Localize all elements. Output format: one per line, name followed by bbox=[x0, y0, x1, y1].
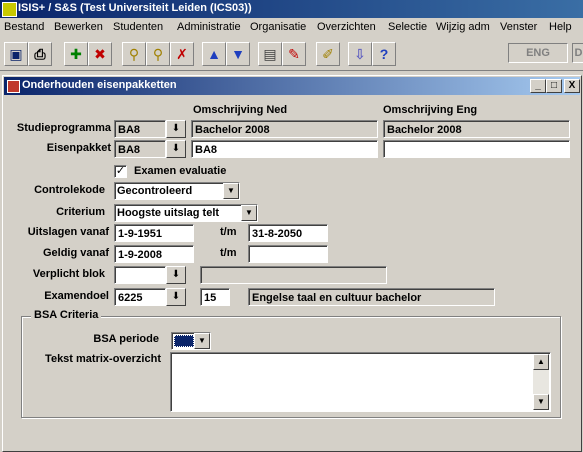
lov-icon[interactable]: ⚲ bbox=[122, 42, 146, 66]
examendoel-description: Engelse taal en cultuur bachelor bbox=[248, 288, 495, 306]
up-arrow-icon[interactable]: ▲ bbox=[202, 42, 226, 66]
examendoel-lov-button[interactable]: ⬇ bbox=[166, 288, 186, 306]
eisenpakket-ned-field[interactable]: BA8 bbox=[191, 140, 378, 158]
chevron-down-icon: ▼ bbox=[241, 205, 257, 221]
menu-administratie[interactable]: Administratie bbox=[177, 21, 241, 33]
criterium-select[interactable]: Hoogste uitslag telt ▼ bbox=[114, 204, 258, 222]
studieprogramma-label: Studieprogramma bbox=[16, 122, 111, 134]
uitslagen-tm-field[interactable]: 31-8-2050 bbox=[248, 224, 328, 242]
down-arrow-icon: ⬇ bbox=[171, 269, 181, 280]
close-button[interactable]: X bbox=[564, 79, 580, 93]
tekst-matrix-textarea[interactable]: ▲ ▼ bbox=[170, 352, 551, 412]
app-title: ISIS+ / S&S (Test Universiteit Leiden (I… bbox=[18, 2, 252, 14]
studieprogramma-eng-field[interactable]: Bachelor 2008 bbox=[383, 120, 570, 138]
criterium-label: Criterium bbox=[56, 206, 105, 218]
eisenpakket-lov-button[interactable]: ⬇ bbox=[166, 140, 186, 158]
geldig-vanaf-field[interactable]: 1-9-2008 bbox=[114, 245, 194, 263]
menu-wijzig-adm[interactable]: Wijzig adm bbox=[436, 21, 490, 33]
print-icon[interactable]: ⎙ bbox=[28, 42, 52, 66]
language-d-button[interactable]: D bbox=[572, 43, 583, 63]
down-arrow-icon: ⬇ bbox=[171, 143, 181, 154]
sort-icon[interactable]: ⇩ bbox=[348, 42, 372, 66]
geldig-vanaf-label: Geldig vanaf bbox=[42, 247, 109, 259]
header-omschrijving-ned: Omschrijving Ned bbox=[193, 104, 288, 116]
edit-icon[interactable]: ✎ bbox=[282, 42, 306, 66]
bsa-periode-label: BSA periode bbox=[93, 333, 159, 345]
controlekode-label: Controlekode bbox=[34, 184, 105, 196]
query-icon[interactable]: ⚲ bbox=[146, 42, 170, 66]
uitslagen-vanaf-field[interactable]: 1-9-1951 bbox=[114, 224, 194, 242]
window-title-bar: Onderhouden eisenpakketten _ □ X bbox=[4, 77, 580, 95]
criterium-value: Hoogste uitslag telt bbox=[117, 207, 220, 219]
screen-icon[interactable]: ▤ bbox=[258, 42, 282, 66]
verplicht-blok-description bbox=[200, 266, 387, 284]
eisenpakket-code-field[interactable]: BA8 bbox=[114, 140, 166, 158]
verplicht-blok-lov-button[interactable]: ⬇ bbox=[166, 266, 186, 284]
menu-bar: Bestand Bewerken Studenten Administratie… bbox=[0, 18, 583, 39]
chevron-down-icon: ▼ bbox=[194, 333, 210, 349]
tekst-matrix-label: Tekst matrix-overzicht bbox=[45, 353, 161, 365]
uitslagen-tm-label: t/m bbox=[220, 226, 237, 238]
menu-bestand[interactable]: Bestand bbox=[4, 21, 44, 33]
eisenpakket-eng-field[interactable] bbox=[383, 140, 570, 158]
minimize-button[interactable]: _ bbox=[530, 79, 546, 93]
geldig-tm-label: t/m bbox=[220, 247, 237, 259]
clear-query-icon[interactable]: ✗ bbox=[170, 42, 194, 66]
help-icon[interactable]: ? bbox=[372, 42, 396, 66]
notes-icon[interactable]: ✐ bbox=[316, 42, 340, 66]
menu-venster[interactable]: Venster bbox=[500, 21, 537, 33]
bsa-criteria-title: BSA Criteria bbox=[31, 309, 102, 321]
examen-evaluatie-checkbox[interactable]: ✓ bbox=[114, 165, 127, 178]
examen-evaluatie-label: Examen evaluatie bbox=[134, 165, 227, 177]
menu-overzichten[interactable]: Overzichten bbox=[317, 21, 376, 33]
geldig-tm-field[interactable] bbox=[248, 245, 328, 263]
down-arrow-icon[interactable]: ▼ bbox=[226, 42, 250, 66]
scroll-up-icon[interactable]: ▲ bbox=[533, 354, 549, 370]
studieprogramma-code-field[interactable]: BA8 bbox=[114, 120, 166, 138]
menu-bewerken[interactable]: Bewerken bbox=[54, 21, 103, 33]
controlekode-select[interactable]: Gecontroleerd ▼ bbox=[114, 182, 240, 200]
app-icon bbox=[2, 2, 17, 17]
studieprogramma-ned-field[interactable]: Bachelor 2008 bbox=[191, 120, 378, 138]
examendoel-code-field[interactable]: 6225 bbox=[114, 288, 166, 306]
window-icon bbox=[7, 80, 20, 93]
toolbar: ▣ ⎙ ✚ ✖ ⚲ ⚲ ✗ ▲ ▼ ▤ ✎ ✐ ⇩ ? ENG D bbox=[0, 38, 583, 71]
examendoel-label: Examendoel bbox=[44, 290, 109, 302]
menu-help[interactable]: Help bbox=[549, 21, 572, 33]
tekst-matrix-scrollbar[interactable]: ▲ ▼ bbox=[533, 354, 549, 410]
scroll-down-icon[interactable]: ▼ bbox=[533, 394, 549, 410]
chevron-down-icon: ▼ bbox=[223, 183, 239, 199]
maximize-button[interactable]: □ bbox=[546, 79, 562, 93]
header-omschrijving-eng: Omschrijving Eng bbox=[383, 104, 478, 116]
delete-icon[interactable]: ✖ bbox=[88, 42, 112, 66]
down-arrow-icon: ⬇ bbox=[171, 291, 181, 302]
bsa-periode-selected bbox=[174, 335, 194, 347]
studieprogramma-lov-button[interactable]: ⬇ bbox=[166, 120, 186, 138]
add-icon[interactable]: ✚ bbox=[64, 42, 88, 66]
down-arrow-icon: ⬇ bbox=[171, 123, 181, 134]
verplicht-blok-label: Verplicht blok bbox=[32, 268, 105, 280]
menu-selectie[interactable]: Selectie bbox=[388, 21, 427, 33]
examendoel-number-field[interactable]: 15 bbox=[200, 288, 230, 306]
eisenpakketten-window: Onderhouden eisenpakketten _ □ X Omschri… bbox=[2, 75, 582, 452]
language-eng-button[interactable]: ENG bbox=[508, 43, 568, 63]
app-title-bar: ISIS+ / S&S (Test Universiteit Leiden (I… bbox=[0, 0, 583, 18]
uitslagen-vanaf-label: Uitslagen vanaf bbox=[27, 226, 109, 238]
verplicht-blok-field[interactable] bbox=[114, 266, 166, 284]
bsa-periode-select[interactable]: ▼ bbox=[171, 332, 211, 350]
controlekode-value: Gecontroleerd bbox=[117, 185, 193, 197]
eisenpakket-label: Eisenpakket bbox=[46, 142, 111, 154]
menu-organisatie[interactable]: Organisatie bbox=[250, 21, 306, 33]
window-title: Onderhouden eisenpakketten bbox=[22, 79, 177, 91]
menu-studenten[interactable]: Studenten bbox=[113, 21, 163, 33]
save-icon[interactable]: ▣ bbox=[4, 42, 28, 66]
